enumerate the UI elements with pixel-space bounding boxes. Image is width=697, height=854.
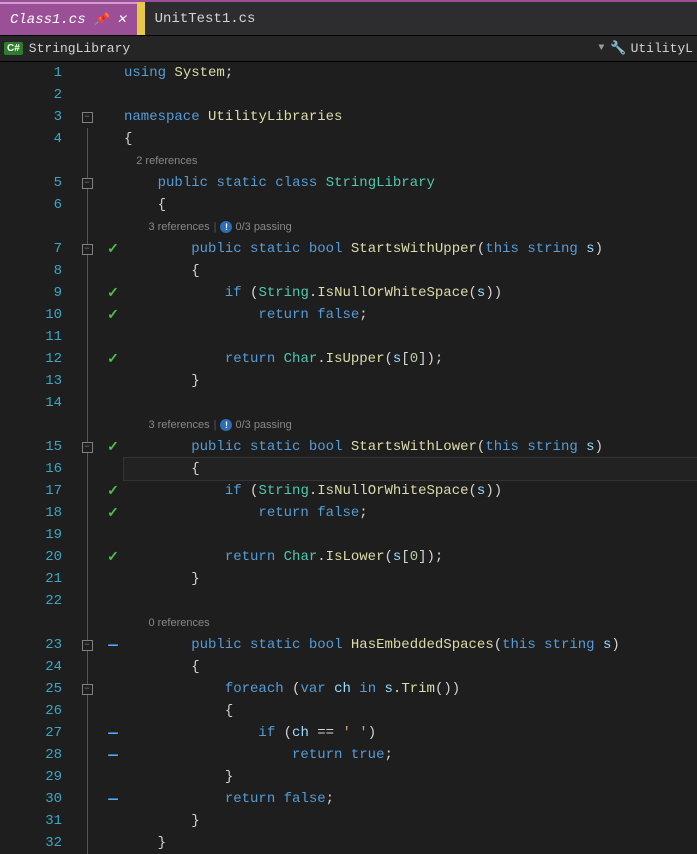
codelens[interactable]: 0 references: [124, 612, 697, 634]
test-pass-icon: ✓: [107, 241, 119, 258]
test-status-icon: !: [220, 221, 232, 233]
csharp-icon: C#: [4, 42, 23, 55]
navigation-bar: C# StringLibrary ▼ 🔧 UtilityL: [0, 36, 697, 62]
no-test-icon: —: [108, 746, 118, 764]
code-editor[interactable]: 1 2 3 4 5 6 7 8 9 10 11 12 13 14 15 16 1…: [0, 62, 697, 791]
codelens[interactable]: 3 references|!0/3 passing: [124, 414, 697, 436]
tab-label: UnitTest1.cs: [155, 11, 256, 27]
test-status-icon: !: [220, 419, 232, 431]
fold-toggle[interactable]: −: [82, 112, 93, 123]
no-test-icon: —: [108, 724, 118, 742]
tab-unittest1[interactable]: UnitTest1.cs: [145, 2, 266, 35]
codelens[interactable]: 2 references: [124, 150, 697, 172]
line-number-gutter: 1 2 3 4 5 6 7 8 9 10 11 12 13 14 15 16 1…: [0, 62, 72, 791]
fold-toggle[interactable]: −: [82, 684, 93, 695]
fold-toggle[interactable]: −: [82, 640, 93, 651]
pin-icon[interactable]: 📌: [94, 12, 109, 27]
tab-class1[interactable]: Class1.cs 📌 ✕: [0, 2, 137, 35]
code-area[interactable]: using System; namespace UtilityLibraries…: [124, 62, 697, 791]
scope-dropdown[interactable]: StringLibrary ▼: [29, 41, 611, 56]
wrench-icon: 🔧: [610, 41, 626, 56]
test-pass-icon: ✓: [107, 483, 119, 500]
member-dropdown[interactable]: 🔧 UtilityL: [610, 41, 693, 56]
scope-label: StringLibrary: [29, 41, 130, 56]
test-pass-icon: ✓: [107, 439, 119, 456]
fold-toggle[interactable]: −: [82, 178, 93, 189]
fold-gutter: − − − − − −: [72, 62, 102, 791]
codelens[interactable]: 3 references|!0/3 passing: [124, 216, 697, 238]
test-pass-icon: ✓: [107, 351, 119, 368]
tab-bar: Class1.cs 📌 ✕ UnitTest1.cs: [0, 2, 697, 36]
tab-label: Class1.cs: [10, 12, 86, 28]
test-gutter: ✓ ✓ ✓ ✓ ✓ ✓ ✓ ✓ — — — —: [102, 62, 124, 791]
fold-toggle[interactable]: −: [82, 442, 93, 453]
test-pass-icon: ✓: [107, 505, 119, 522]
test-pass-icon: ✓: [107, 285, 119, 302]
fold-toggle[interactable]: −: [82, 244, 93, 255]
test-pass-icon: ✓: [107, 549, 119, 566]
close-icon[interactable]: ✕: [117, 12, 127, 27]
member-label: UtilityL: [631, 41, 693, 56]
test-pass-icon: ✓: [107, 307, 119, 324]
no-test-icon: —: [108, 636, 118, 654]
chevron-down-icon: ▼: [598, 43, 604, 54]
modified-indicator: [137, 2, 145, 35]
